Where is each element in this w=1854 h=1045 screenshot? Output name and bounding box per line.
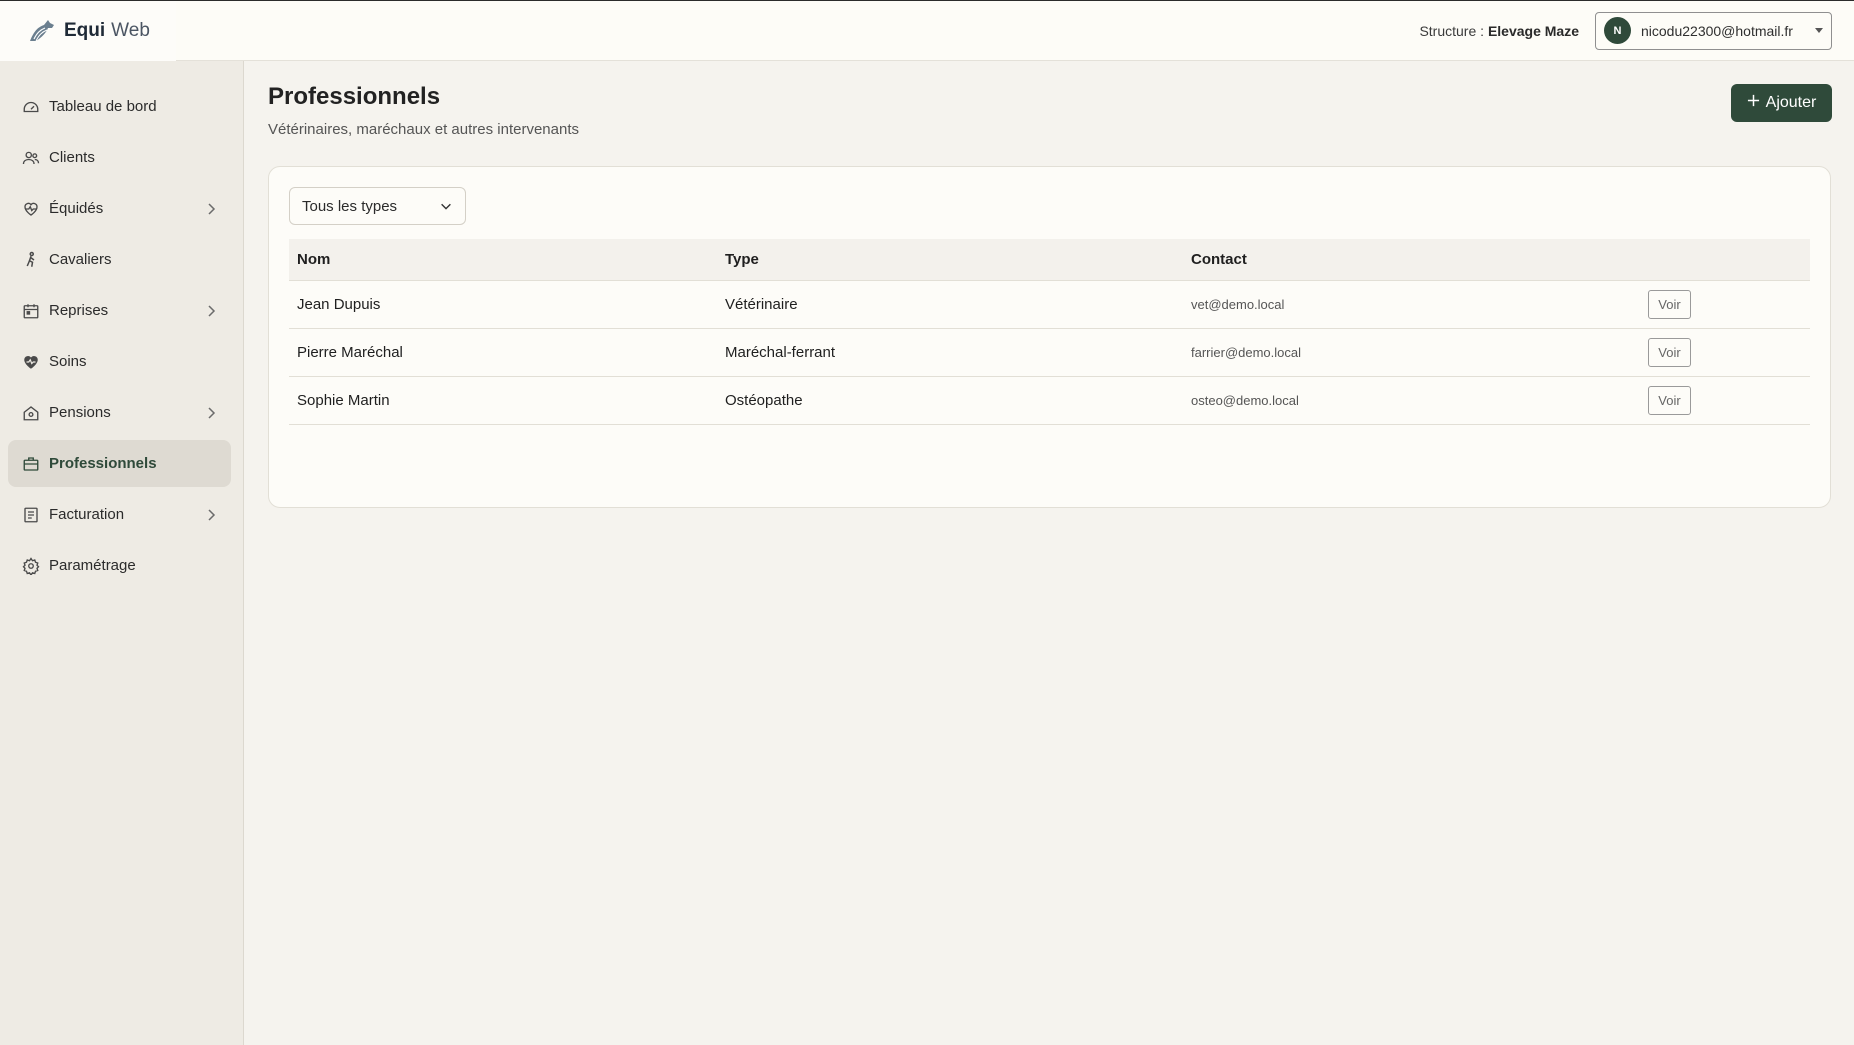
cell-actions: Voir	[1640, 328, 1810, 377]
sidebar-item-label: Cavaliers	[49, 251, 112, 268]
page-header: Professionnels Vétérinaires, maréchaux e…	[268, 83, 1830, 138]
sidebar: Tableau de bord Clients Équidés Cavalier…	[0, 61, 244, 1045]
gear-icon	[21, 556, 41, 576]
sidebar-item-label: Paramétrage	[49, 557, 136, 574]
cell-name: Jean Dupuis	[289, 280, 717, 329]
cell-contact: vet@demo.local	[1183, 280, 1640, 329]
sidebar-item-label: Équidés	[49, 200, 104, 217]
professionals-table: Nom Type Contact Jean Dupuis Vétérinaire…	[289, 239, 1810, 425]
cell-name: Sophie Martin	[289, 376, 717, 425]
brand-name-bold: Equi	[64, 19, 106, 41]
sidebar-item-label: Professionnels	[49, 455, 157, 472]
sidebar-item-parametrage[interactable]: Paramétrage	[8, 542, 231, 589]
sidebar-item-equides[interactable]: Équidés	[8, 185, 231, 232]
cell-name: Pierre Maréchal	[289, 328, 717, 377]
add-button-label: Ajouter	[1765, 94, 1817, 111]
heart-icon	[21, 352, 41, 372]
cell-type: Ostéopathe	[717, 376, 1183, 425]
user-menu-button[interactable]: N nicodu22300@hotmail.fr	[1595, 11, 1832, 50]
sidebar-item-label: Clients	[49, 149, 95, 166]
sidebar-item-label: Pensions	[49, 404, 111, 421]
chevron-right-icon	[208, 508, 216, 521]
table-header-row: Nom Type Contact	[289, 239, 1810, 281]
rider-icon	[21, 250, 41, 270]
view-button[interactable]: Voir	[1648, 385, 1691, 415]
view-button[interactable]: Voir	[1648, 337, 1691, 367]
cell-contact: osteo@demo.local	[1183, 376, 1640, 425]
users-icon	[21, 148, 41, 168]
plus-icon	[1747, 94, 1760, 112]
structure-indicator: Structure : Elevage Maze	[1419, 23, 1579, 39]
table-row: Sophie Martin Ostéopathe osteo@demo.loca…	[289, 376, 1810, 425]
view-button[interactable]: Voir	[1648, 289, 1691, 319]
add-professional-button[interactable]: Ajouter	[1731, 84, 1832, 122]
page-subtitle: Vétérinaires, maréchaux et autres interv…	[268, 121, 579, 138]
top-bar: Equi Web Structure : Elevage Maze N nico…	[0, 0, 1854, 61]
structure-label: Structure :	[1419, 22, 1485, 39]
sidebar-item-pensions[interactable]: Pensions	[8, 389, 231, 436]
user-email: nicodu22300@hotmail.fr	[1641, 22, 1793, 39]
table-row: Jean Dupuis Vétérinaire vet@demo.local V…	[289, 280, 1810, 329]
sidebar-item-label: Reprises	[49, 302, 109, 319]
column-header-actions	[1640, 239, 1810, 281]
cell-contact: farrier@demo.local	[1183, 328, 1640, 377]
cell-type: Maréchal-ferrant	[717, 328, 1183, 377]
chevron-right-icon	[208, 304, 216, 317]
calendar-icon	[21, 301, 41, 321]
sidebar-item-label: Soins	[49, 353, 87, 370]
sidebar-item-label: Tableau de bord	[49, 98, 157, 115]
sidebar-item-facturation[interactable]: Facturation	[8, 491, 231, 538]
heart-pulse-icon	[21, 199, 41, 219]
column-header-nom: Nom	[289, 239, 717, 281]
sidebar-item-clients[interactable]: Clients	[8, 134, 231, 181]
structure-name: Elevage Maze	[1487, 22, 1579, 39]
brand[interactable]: Equi Web	[0, 0, 176, 61]
type-filter-value: Tous les types	[302, 197, 398, 215]
sidebar-item-reprises[interactable]: Reprises	[8, 287, 231, 334]
sidebar-item-cavaliers[interactable]: Cavaliers	[8, 236, 231, 283]
professionals-card: Tous les types Nom Type Contact Jean Dup…	[268, 166, 1831, 508]
gauge-icon	[21, 97, 41, 117]
chevron-down-icon	[441, 203, 451, 210]
type-filter-select[interactable]: Tous les types	[289, 187, 466, 225]
table-row: Pierre Maréchal Maréchal-ferrant farrier…	[289, 328, 1810, 377]
caret-down-icon	[1815, 28, 1823, 33]
cell-actions: Voir	[1640, 376, 1810, 425]
sidebar-item-professionnels[interactable]: Professionnels	[8, 440, 231, 487]
sidebar-item-soins[interactable]: Soins	[8, 338, 231, 385]
main-content: Professionnels Vétérinaires, maréchaux e…	[244, 61, 1854, 1045]
column-header-contact: Contact	[1183, 239, 1640, 281]
chevron-right-icon	[208, 406, 216, 419]
invoice-icon	[21, 505, 41, 525]
column-header-type: Type	[717, 239, 1183, 281]
house-icon	[21, 403, 41, 423]
horse-logo-icon	[30, 19, 54, 41]
cell-actions: Voir	[1640, 280, 1810, 329]
brand-name-light: Web	[111, 19, 150, 41]
sidebar-item-tableau-de-bord[interactable]: Tableau de bord	[8, 83, 231, 130]
page-title: Professionnels	[268, 83, 441, 110]
cell-type: Vétérinaire	[717, 280, 1183, 329]
sidebar-item-label: Facturation	[49, 506, 125, 523]
chevron-right-icon	[208, 202, 216, 215]
briefcase-icon	[21, 454, 41, 474]
avatar: N	[1604, 17, 1631, 44]
